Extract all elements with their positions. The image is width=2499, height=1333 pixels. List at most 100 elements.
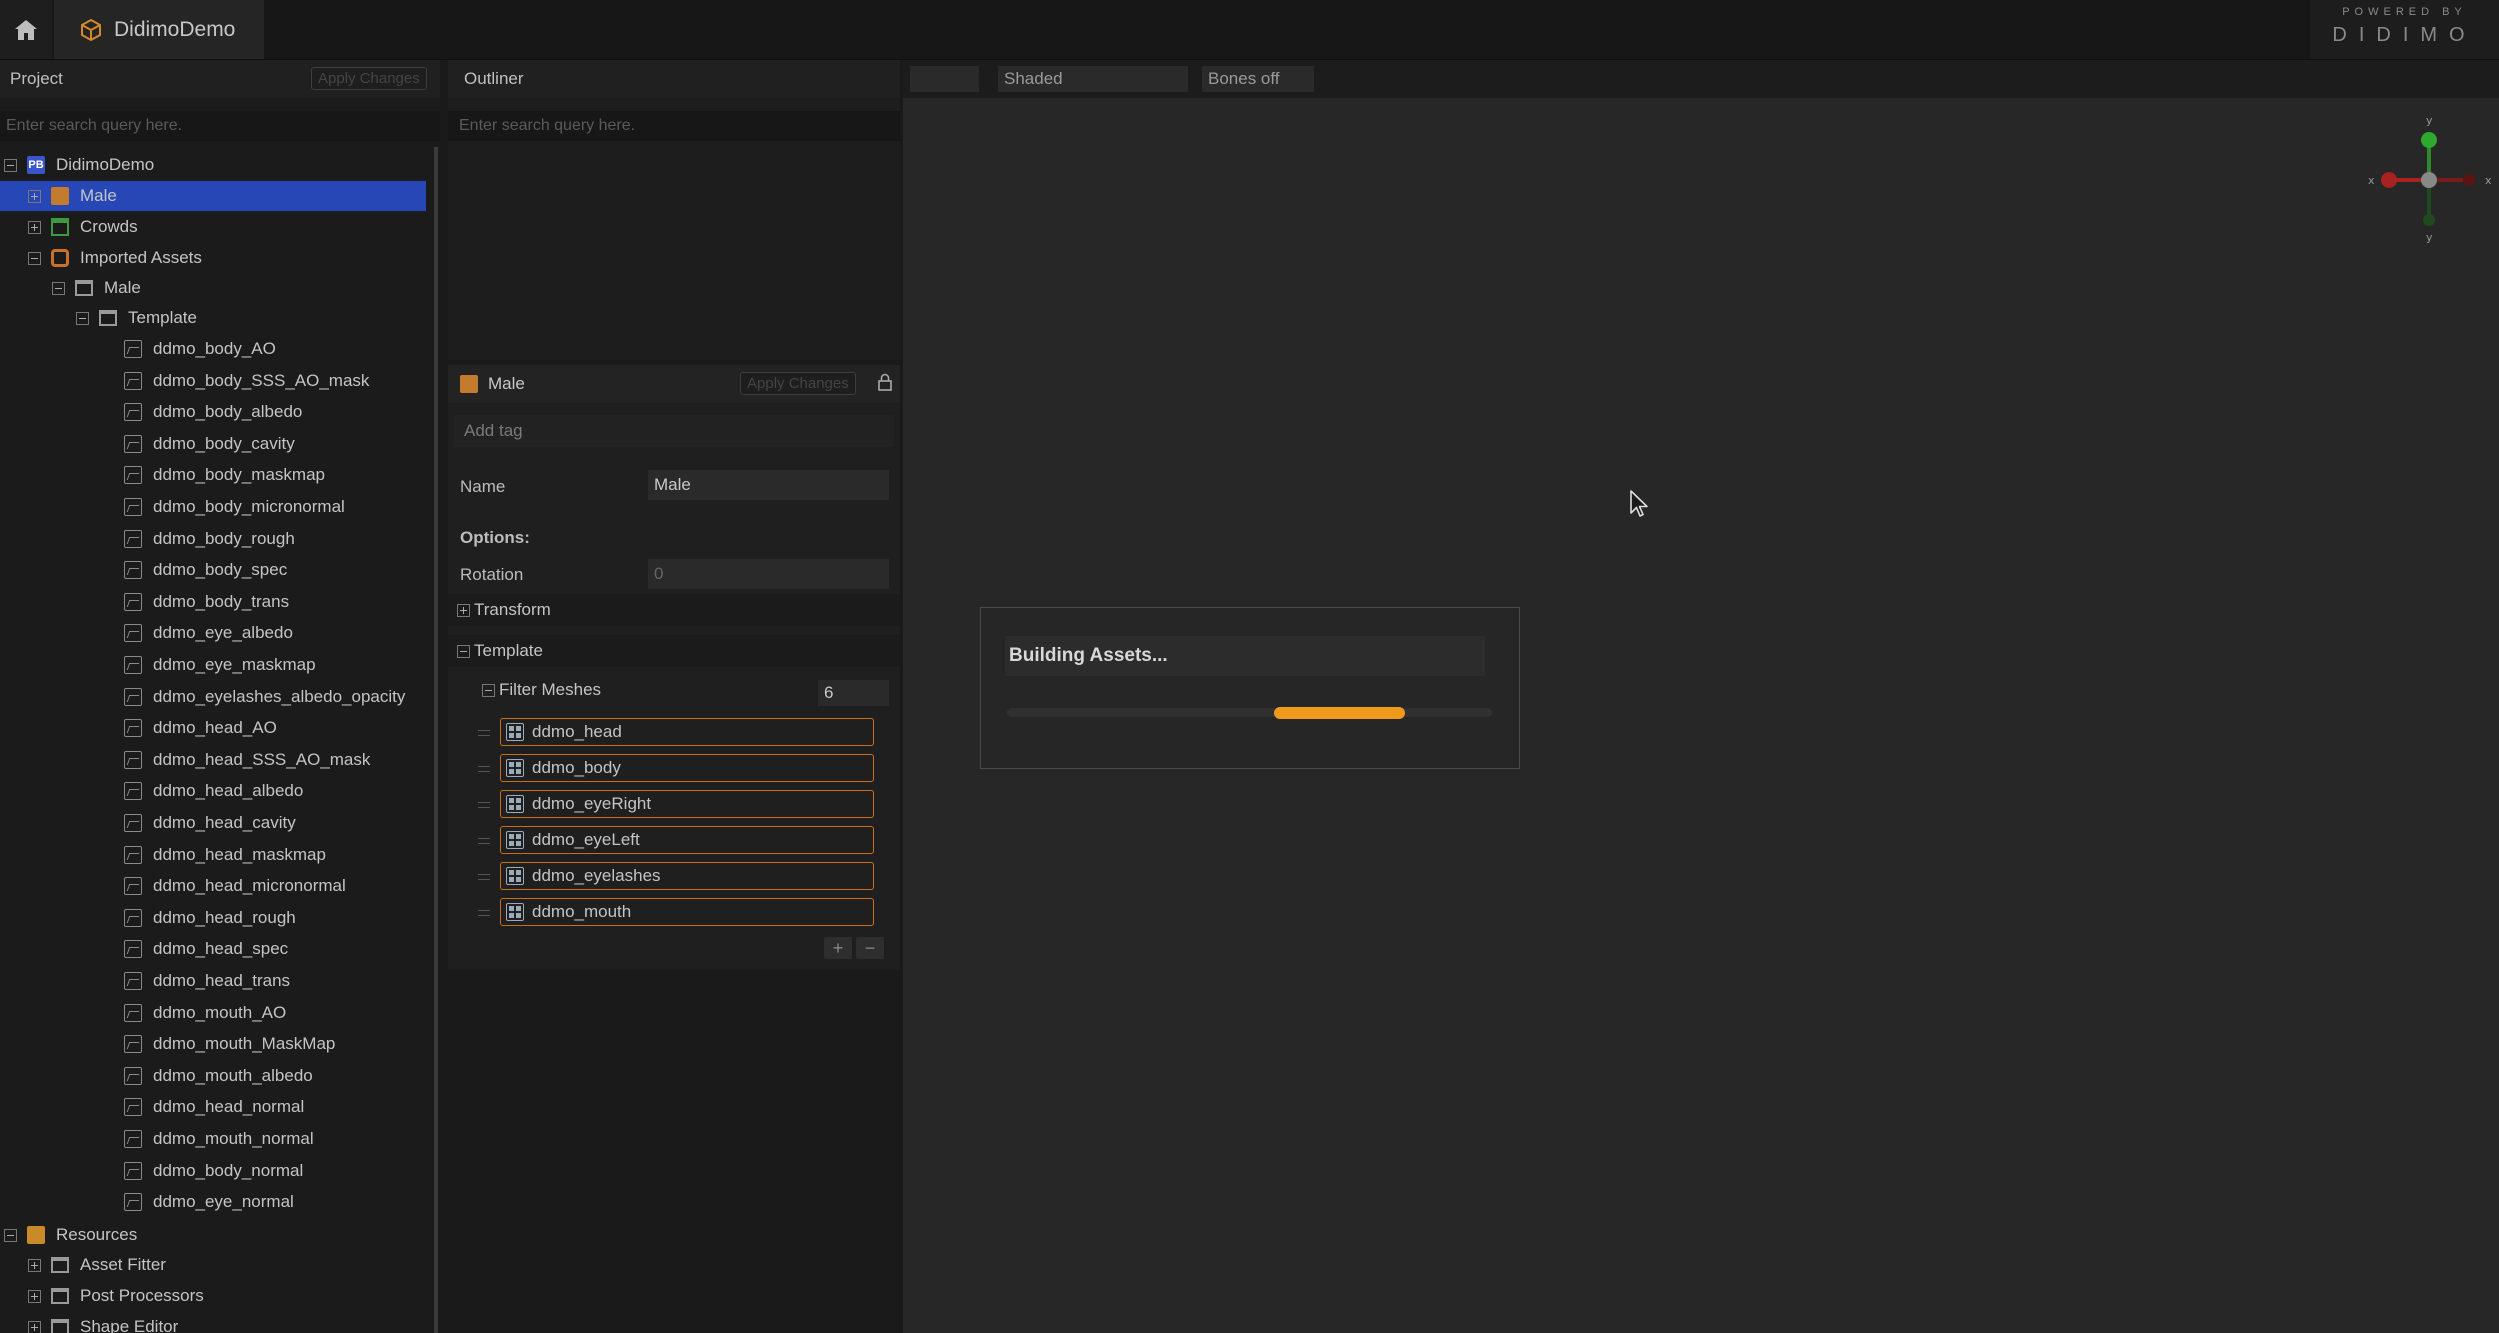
tree-item-crowds[interactable]: Crowds xyxy=(0,212,138,242)
character-icon xyxy=(460,375,478,393)
tree-item-texture[interactable]: ddmo_head_trans xyxy=(0,966,290,996)
drag-handle-icon[interactable] xyxy=(478,838,490,844)
tree-item-texture[interactable]: ddmo_mouth_albedo xyxy=(0,1061,313,1091)
drag-handle-icon[interactable] xyxy=(478,874,490,880)
mesh-item[interactable]: ddmo_eyeRight xyxy=(500,790,874,818)
mesh-item[interactable]: ddmo_eyeLeft xyxy=(500,826,874,854)
tree-item-texture[interactable]: ddmo_body_normal xyxy=(0,1156,303,1186)
project-scrollbar[interactable] xyxy=(434,147,438,1333)
tree-item-texture[interactable]: ddmo_body_micronormal xyxy=(0,492,345,522)
app-title: DidimoDemo xyxy=(114,17,236,41)
expand-icon[interactable] xyxy=(28,1320,41,1333)
add-mesh-button[interactable]: + xyxy=(824,937,852,959)
tree-label: ddmo_body_trans xyxy=(153,591,290,611)
mesh-item[interactable]: ddmo_head xyxy=(500,718,874,746)
drag-handle-icon[interactable] xyxy=(478,802,490,808)
drag-handle-icon[interactable] xyxy=(478,910,490,916)
tree-item-texture[interactable]: ddmo_eye_albedo xyxy=(0,618,293,648)
inspector-apply-changes-button[interactable]: Apply Changes xyxy=(740,372,856,395)
tree-item-texture[interactable]: ddmo_head_cavity xyxy=(0,808,296,838)
tree-item-imported-assets[interactable]: Imported Assets xyxy=(0,243,202,273)
mesh-item[interactable]: ddmo_mouth xyxy=(500,898,874,926)
tree-item-template[interactable]: Template xyxy=(0,303,197,333)
tree-item-texture[interactable]: ddmo_body_SSS_AO_mask xyxy=(0,366,369,396)
tree-item-texture[interactable]: ddmo_head_micronormal xyxy=(0,871,346,901)
collapse-icon[interactable] xyxy=(482,683,495,697)
tree-item-texture[interactable]: ddmo_head_maskmap xyxy=(0,840,326,870)
expand-icon[interactable] xyxy=(457,603,470,617)
tree-item-texture[interactable]: ddmo_body_spec xyxy=(0,555,287,585)
tree-item-texture[interactable]: ddmo_body_albedo xyxy=(0,397,302,427)
tree-label: ddmo_head_SSS_AO_mask xyxy=(153,749,371,769)
tree-item-asset-fitter[interactable]: Asset Fitter xyxy=(0,1250,166,1280)
tree-label: ddmo_eye_albedo xyxy=(153,623,293,643)
tree-item-texture[interactable]: ddmo_head_rough xyxy=(0,903,296,933)
collapse-icon[interactable] xyxy=(28,251,41,265)
project-apply-changes-button[interactable]: Apply Changes xyxy=(311,67,427,90)
lock-icon[interactable] xyxy=(878,373,892,396)
expand-icon[interactable] xyxy=(28,189,41,203)
transform-section[interactable]: Transform xyxy=(448,594,900,626)
collapse-icon[interactable] xyxy=(52,281,65,295)
tree-label: ddmo_head_maskmap xyxy=(153,844,326,864)
tree-item-post-processors[interactable]: Post Processors xyxy=(0,1281,204,1311)
tree-item-texture[interactable]: ddmo_head_normal xyxy=(0,1092,304,1122)
tree-item-male[interactable]: Male xyxy=(0,181,426,211)
texture-icon xyxy=(124,940,142,959)
drag-handle-icon[interactable] xyxy=(478,766,490,772)
progress-fill xyxy=(1273,706,1405,719)
view-mode-dropdown[interactable] xyxy=(910,66,979,92)
tree-item-texture[interactable]: ddmo_mouth_MaskMap xyxy=(0,1029,335,1059)
tree-item-texture[interactable]: ddmo_head_albedo xyxy=(0,776,303,806)
tree-item-texture[interactable]: ddmo_body_AO xyxy=(0,334,276,364)
folder-icon xyxy=(51,1257,69,1273)
axis-gizmo-icon[interactable]: y y x x xyxy=(2360,110,2499,250)
name-field[interactable]: Male xyxy=(648,470,889,500)
mesh-item[interactable]: ddmo_eyelashes xyxy=(500,862,874,890)
tree-item-texture[interactable]: ddmo_body_cavity xyxy=(0,429,295,459)
tree-item-texture[interactable]: ddmo_head_spec xyxy=(0,934,288,964)
add-tag-input[interactable]: Add tag xyxy=(454,415,894,447)
app-tab[interactable]: DidimoDemo xyxy=(54,0,264,59)
tree-label: Post Processors xyxy=(80,1286,204,1305)
collapse-icon[interactable] xyxy=(4,158,17,172)
tree-label: ddmo_eye_maskmap xyxy=(153,655,316,674)
outliner-header: Outliner xyxy=(448,60,900,98)
shading-dropdown[interactable]: Shaded xyxy=(998,66,1188,92)
tree-item-texture[interactable]: ddmo_head_AO xyxy=(0,713,277,743)
collapse-icon[interactable] xyxy=(76,311,89,325)
remove-mesh-button[interactable]: − xyxy=(856,937,884,959)
tree-item-texture[interactable]: ddmo_mouth_normal xyxy=(0,1124,314,1154)
bones-toggle[interactable]: Bones off xyxy=(1202,66,1314,92)
tree-item-shape-editor[interactable]: Shape Editor xyxy=(0,1312,178,1333)
template-section[interactable]: Template xyxy=(448,635,900,667)
collapse-icon[interactable] xyxy=(4,1228,17,1242)
tree-item-texture[interactable]: ddmo_eyelashes_albedo_opacity xyxy=(0,682,405,712)
rotation-field[interactable]: 0 xyxy=(648,559,889,589)
texture-icon xyxy=(124,403,142,422)
mesh-label: ddmo_eyelashes xyxy=(532,866,661,885)
expand-icon[interactable] xyxy=(28,1258,41,1272)
tree-item-texture[interactable]: ddmo_body_rough xyxy=(0,524,295,554)
tree-item-texture[interactable]: ddmo_eye_maskmap xyxy=(0,650,316,680)
expand-icon[interactable] xyxy=(28,1289,41,1303)
project-search-input[interactable]: Enter search query here. xyxy=(0,111,440,141)
drag-handle-icon[interactable] xyxy=(478,730,490,736)
tree-item-texture[interactable]: ddmo_eye_normal xyxy=(0,1187,294,1217)
tree-item-texture[interactable]: ddmo_head_SSS_AO_mask xyxy=(0,745,370,775)
tree-item-texture[interactable]: ddmo_body_trans xyxy=(0,587,289,617)
tree-item-resources[interactable]: Resources xyxy=(0,1220,137,1250)
expand-icon[interactable] xyxy=(28,220,41,234)
mesh-item[interactable]: ddmo_body xyxy=(500,754,874,782)
home-button[interactable] xyxy=(0,0,52,59)
tree-item-imported-male[interactable]: Male xyxy=(0,273,141,303)
outliner-search-input[interactable]: Enter search query here. xyxy=(448,111,900,141)
tree-item-root[interactable]: PB DidimoDemo xyxy=(0,150,154,180)
crowd-icon xyxy=(51,218,69,236)
project-tree: PB DidimoDemo Male Crowds Imported Asset… xyxy=(0,148,436,1333)
tree-item-texture[interactable]: ddmo_mouth_AO xyxy=(0,998,286,1028)
tree-item-texture[interactable]: ddmo_body_maskmap xyxy=(0,460,325,490)
collapse-icon[interactable] xyxy=(457,644,470,658)
texture-icon xyxy=(124,592,142,611)
filter-meshes-count[interactable]: 6 xyxy=(818,680,889,706)
